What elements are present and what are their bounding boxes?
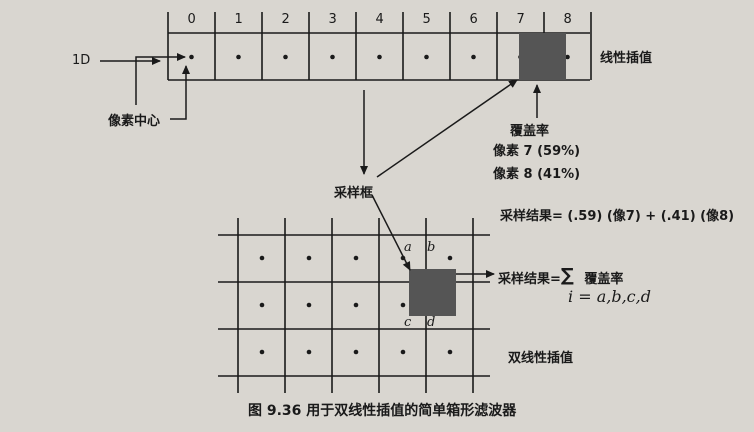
figure: 0 1 2 3 4 5 6 7 8 1D 像素中心 线性插值 覆盖率 像素 7 (59%) 像素… (0, 0, 754, 432)
pixel-index-label: 6 (469, 12, 478, 27)
pixel-center-dot (283, 54, 288, 60)
pixel8-coverage: 像素 8 (41%) (493, 167, 581, 182)
pixel-index-label: 3 (328, 12, 337, 27)
pixel-index-label: 4 (375, 12, 384, 27)
bilinear-interp-label: 双线性插值 (508, 351, 574, 366)
sample-box-label: 采样框 (334, 186, 374, 201)
pixel7-coverage: 像素 7 (59%) (493, 144, 581, 159)
pixel-center-dot (330, 54, 335, 60)
pixel-center-dot (471, 54, 476, 60)
index-expression: i = a,b,c,d (568, 287, 651, 306)
pixel-center-dot (236, 54, 241, 60)
pixel-center-dot (377, 54, 382, 60)
bilinear-sample-result: 采样结果=∑ 覆盖率 (498, 265, 623, 287)
grid-pixel-dot (400, 302, 406, 308)
grid-pixel-dot (447, 349, 453, 355)
pixel-index-label: 8 (563, 12, 572, 27)
pixel-index-label: 0 (187, 12, 196, 27)
grid-pixel-dot (400, 349, 406, 355)
sub-label-b: b (427, 240, 436, 255)
arrow-pixel-center-up (135, 53, 186, 105)
pixel-index-label: 1 (234, 12, 243, 27)
grid-pixel-dot (353, 255, 359, 261)
pixel-index-label: 2 (281, 12, 290, 27)
arrow-to-bilinear-box (371, 194, 411, 271)
pixel-index-label: 7 (516, 12, 525, 27)
coverage-label: 覆盖率 (510, 124, 550, 139)
sub-label-d: d (427, 315, 436, 330)
grid-pixel-dot (259, 255, 265, 261)
grid-pixel-dot (353, 349, 359, 355)
sub-label-a: a (404, 240, 412, 255)
grid-pixel-dot (447, 255, 453, 261)
grid-pixel-dot (306, 255, 312, 261)
pixel-center-label: 像素中心 (108, 114, 161, 129)
linear-sample-box (519, 33, 566, 80)
bilinear-sample-box (409, 269, 456, 316)
bilinear-result-prefix: 采样结果= (498, 272, 561, 287)
sub-label-c: c (404, 315, 412, 330)
figure-caption: 图 9.36 用于双线性插值的简单箱形滤波器 (248, 403, 517, 419)
grid-pixel-dot (353, 302, 359, 308)
pixel-center-dot (189, 54, 194, 60)
arrow-pixel-center-right (170, 65, 190, 120)
linear-sample-result: 采样结果= (.59) (像7) + (.41) (像8) (500, 209, 735, 224)
grid-pixel-dot (259, 302, 265, 308)
grid-pixel-dot (306, 349, 312, 355)
pixel-index-label: 5 (422, 12, 431, 27)
grid-pixel-dot (306, 302, 312, 308)
pixel-center-dot (424, 54, 429, 60)
coverage-sum-label: 覆盖率 (584, 272, 624, 287)
linear-interp-label: 线性插值 (600, 51, 653, 66)
sigma-symbol: ∑ (560, 265, 574, 286)
grid-pixel-dot (259, 349, 265, 355)
input-1d-label: 1D (72, 53, 91, 68)
